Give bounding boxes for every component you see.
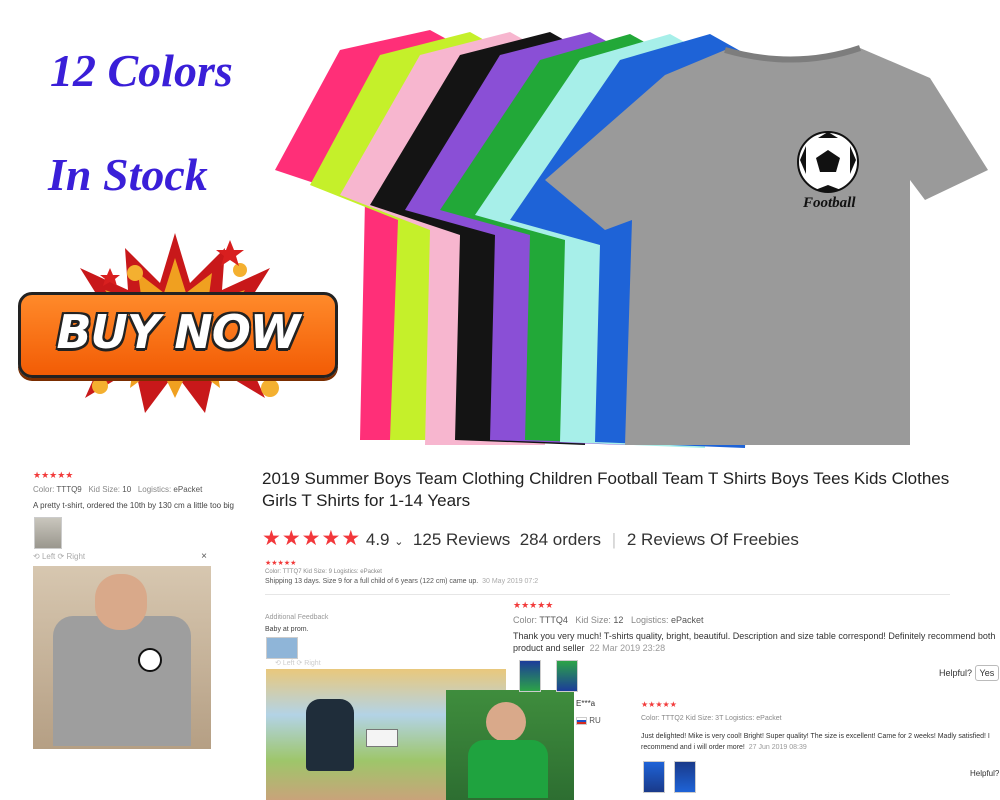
additional-photo-nav: ⟲ Left ⟳ Right bbox=[275, 660, 321, 667]
additional-feedback-header: Additional Feedback bbox=[265, 614, 329, 621]
review-left-meta: Color: TTTQ9 Kid Size: 10 Logistics: ePa… bbox=[33, 485, 203, 494]
review-mid-stars: ★★★★★ bbox=[265, 560, 297, 567]
russia-flag-icon bbox=[576, 716, 587, 725]
review-photo-green-shirt bbox=[446, 690, 574, 800]
review-right1-stars: ★★★★★ bbox=[513, 600, 554, 610]
review-right2-thumbnail-1[interactable] bbox=[643, 761, 665, 793]
photo-toy-car bbox=[366, 729, 398, 747]
review-right2-stars: ★★★★★ bbox=[641, 700, 677, 709]
buyer-country: RU bbox=[576, 716, 601, 725]
review-mid-text: Shipping 13 days. Size 9 for a full chil… bbox=[265, 578, 539, 585]
star-icon: ★ bbox=[341, 527, 361, 550]
orders-count: 284 orders bbox=[519, 530, 601, 549]
rotate-left-icon[interactable]: ⟲ bbox=[275, 660, 281, 667]
review-right1-meta: Color: TTTQ4 Kid Size: 12 Logistics: ePa… bbox=[513, 615, 704, 625]
photo-soccer-ball-icon bbox=[138, 648, 162, 672]
helpful-yes-button[interactable]: Yes bbox=[974, 665, 1000, 681]
buyer-name: E***a bbox=[576, 699, 596, 708]
review-right2-text: Just delighted! Mike is very cool! Brigh… bbox=[641, 733, 990, 751]
photo-child-head bbox=[95, 574, 147, 630]
star-icon: ★ bbox=[321, 527, 341, 550]
star-icon: ★ bbox=[281, 527, 301, 550]
photo-child-black-shirt bbox=[306, 699, 354, 771]
photo-boy-head bbox=[486, 702, 526, 742]
rotate-right-icon[interactable]: ⟳ bbox=[296, 660, 302, 667]
tshirt-color-fan bbox=[275, 30, 988, 448]
review-left-photo bbox=[33, 566, 211, 749]
rotate-left-icon[interactable]: ⟲ bbox=[33, 552, 40, 561]
review-mid-meta: Color: TTTQ7 Kid Size: 9 Logistics: ePac… bbox=[265, 569, 382, 575]
divider bbox=[265, 594, 950, 595]
review-left-photo-nav: ⟲ Left ⟳ Right × bbox=[33, 551, 211, 564]
rating-row: ★★★★★ 4.9 ⌄ 125 Reviews 284 orders | 2 R… bbox=[262, 526, 799, 550]
product-title: 2019 Summer Boys Team Clothing Children … bbox=[262, 469, 950, 510]
star-icon: ★ bbox=[262, 527, 281, 550]
review-right2-thumbnail-2[interactable] bbox=[674, 761, 696, 793]
rating-value: 4.9 bbox=[365, 530, 390, 549]
review-left-thumbnail[interactable] bbox=[34, 517, 62, 549]
rotate-right-label[interactable]: Right bbox=[66, 552, 85, 561]
review-right1-text: Thank you very much! T-shirts quality, b… bbox=[513, 631, 996, 653]
star-icon: ★ bbox=[301, 527, 321, 550]
chevron-down-icon[interactable]: ⌄ bbox=[394, 536, 403, 548]
photo-gray-tshirt bbox=[53, 616, 191, 746]
rotate-right-icon[interactable]: ⟳ bbox=[58, 552, 65, 561]
review-right2-helpful[interactable]: Helpful? bbox=[970, 769, 999, 778]
football-print-text: Football bbox=[803, 195, 856, 211]
review-right1-thumbnail-2[interactable] bbox=[556, 660, 578, 692]
reviews-link[interactable]: 125 Reviews bbox=[413, 530, 510, 549]
promo-colors-text: 12 Colors bbox=[50, 45, 233, 96]
rotate-left-label[interactable]: Left bbox=[42, 552, 55, 561]
review-left-stars: ★★★★★ bbox=[33, 470, 74, 480]
review-left-text: A pretty t-shirt, ordered the 10th by 13… bbox=[33, 501, 234, 510]
additional-feedback-thumbnail[interactable] bbox=[266, 637, 298, 659]
review-right1-helpful: Helpful? Yes bbox=[939, 665, 1000, 681]
additional-feedback-text: Baby at prom. bbox=[265, 626, 309, 633]
photo-green-tshirt bbox=[468, 740, 548, 798]
divider: | bbox=[611, 530, 617, 549]
close-icon[interactable]: × bbox=[201, 551, 207, 562]
review-right1-thumbnail-1[interactable] bbox=[519, 660, 541, 692]
promo-stock-text: In Stock bbox=[48, 149, 208, 200]
soccer-ball-icon bbox=[797, 131, 859, 193]
review-right2-meta: Color: TTTQ2 Kid Size: 3T Logistics: ePa… bbox=[641, 715, 782, 722]
freebies-link[interactable]: 2 Reviews Of Freebies bbox=[627, 530, 799, 549]
